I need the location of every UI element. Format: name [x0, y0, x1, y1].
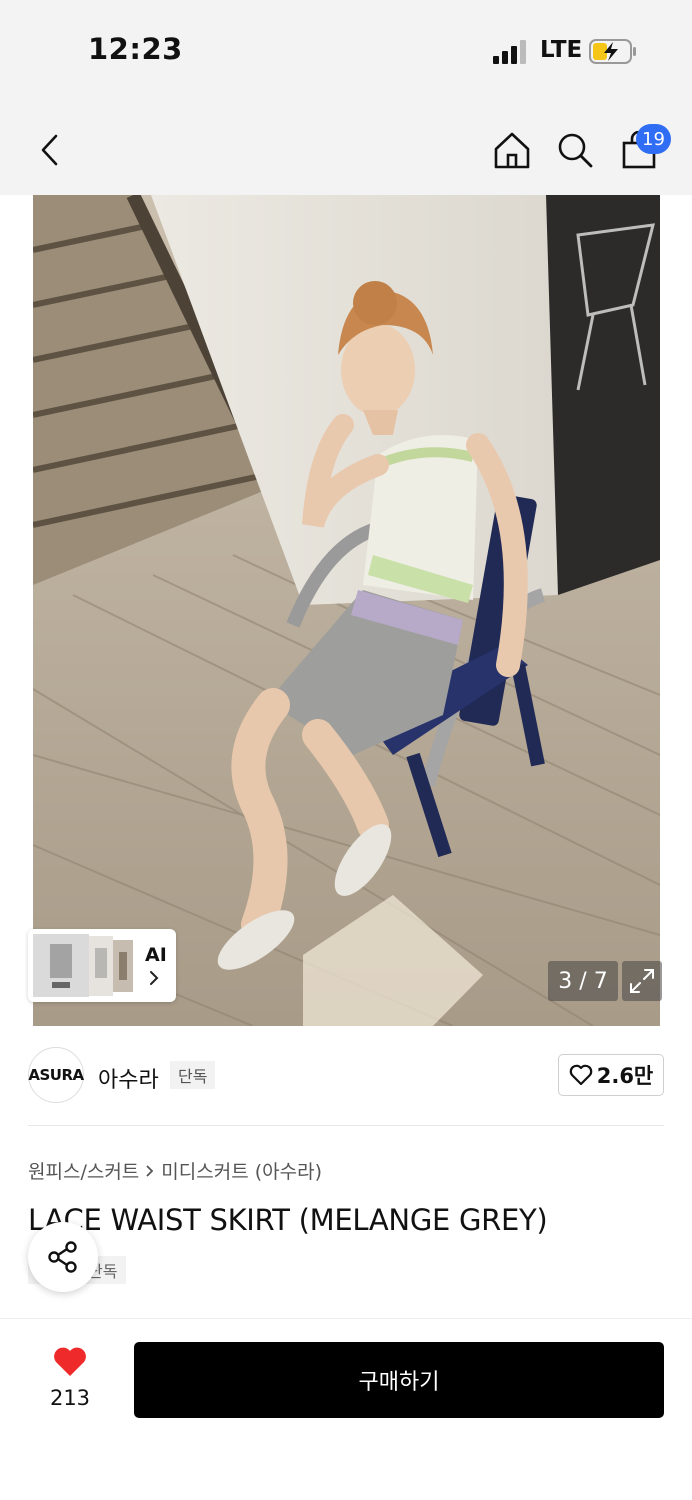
ai-label: AI [145, 944, 167, 966]
brand-like-button[interactable]: 2.6만 [558, 1054, 664, 1096]
home-button[interactable] [490, 128, 534, 172]
back-button[interactable] [28, 128, 72, 172]
top-navigation [0, 100, 692, 195]
fullscreen-icon [630, 969, 654, 993]
product-image[interactable] [33, 195, 660, 1026]
share-button[interactable] [28, 1222, 98, 1292]
breadcrumb: 원피스/스커트 미디스커트 (아수라) [28, 1157, 322, 1184]
brand-like-count: 2.6만 [596, 1064, 654, 1088]
search-icon [558, 133, 593, 168]
image-page-indicator: 3 / 7 [548, 961, 618, 1001]
heart-filled-icon[interactable] [52, 1346, 88, 1378]
cart-count-badge: 19 [636, 124, 671, 154]
exclusive-badge: 단독 [170, 1061, 216, 1089]
battery-charging-icon [589, 39, 636, 64]
product-photo [33, 195, 660, 1026]
heart-outline-icon [569, 1064, 593, 1086]
status-bar: 12:23 LTE [0, 0, 692, 100]
brand-logo[interactable]: ASURA [28, 1047, 84, 1103]
brand-row: ASURA 아수라 단독 2.6만 [0, 1026, 692, 1126]
ai-recommendation-card[interactable]: AI [28, 929, 176, 1002]
wish-count: 213 [49, 1386, 91, 1410]
buy-button[interactable]: 구매하기 [134, 1342, 664, 1418]
signal-icon [493, 40, 526, 64]
brand-name[interactable]: 아수라 [98, 1062, 159, 1094]
similar-items-thumbnails [33, 934, 133, 997]
share-icon [48, 1241, 77, 1273]
breadcrumb-subcategory[interactable]: 미디스커트 (아수라) [161, 1157, 322, 1184]
breadcrumb-category[interactable]: 원피스/스커트 [28, 1157, 139, 1184]
fullscreen-button[interactable] [622, 961, 662, 1001]
divider [28, 1125, 664, 1126]
chevron-right-icon [150, 971, 159, 985]
back-arrow-icon [41, 134, 58, 166]
search-button[interactable] [553, 128, 597, 172]
status-time: 12:23 [88, 32, 183, 66]
network-type: LTE [540, 37, 583, 63]
chevron-right-icon [146, 1164, 154, 1177]
product-title: LACE WAIST SKIRT (MELANGE GREY) [28, 1203, 548, 1237]
home-icon [494, 132, 530, 169]
